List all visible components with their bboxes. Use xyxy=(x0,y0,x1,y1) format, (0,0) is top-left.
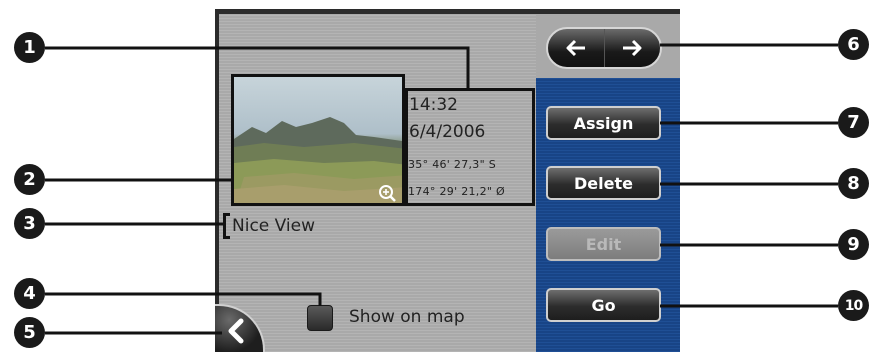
callout-4: 4 xyxy=(14,278,45,309)
callout-3: 3 xyxy=(14,208,45,239)
callout-lines xyxy=(45,43,838,335)
callout-1: 1 xyxy=(14,32,45,63)
callout-7: 7 xyxy=(838,107,869,138)
callout-6: 6 xyxy=(838,29,869,60)
callout-5: 5 xyxy=(14,317,45,348)
callout-9: 9 xyxy=(838,229,869,260)
callout-2: 2 xyxy=(14,164,45,195)
callout-10: 10 xyxy=(838,290,869,321)
callout-8: 8 xyxy=(838,168,869,199)
